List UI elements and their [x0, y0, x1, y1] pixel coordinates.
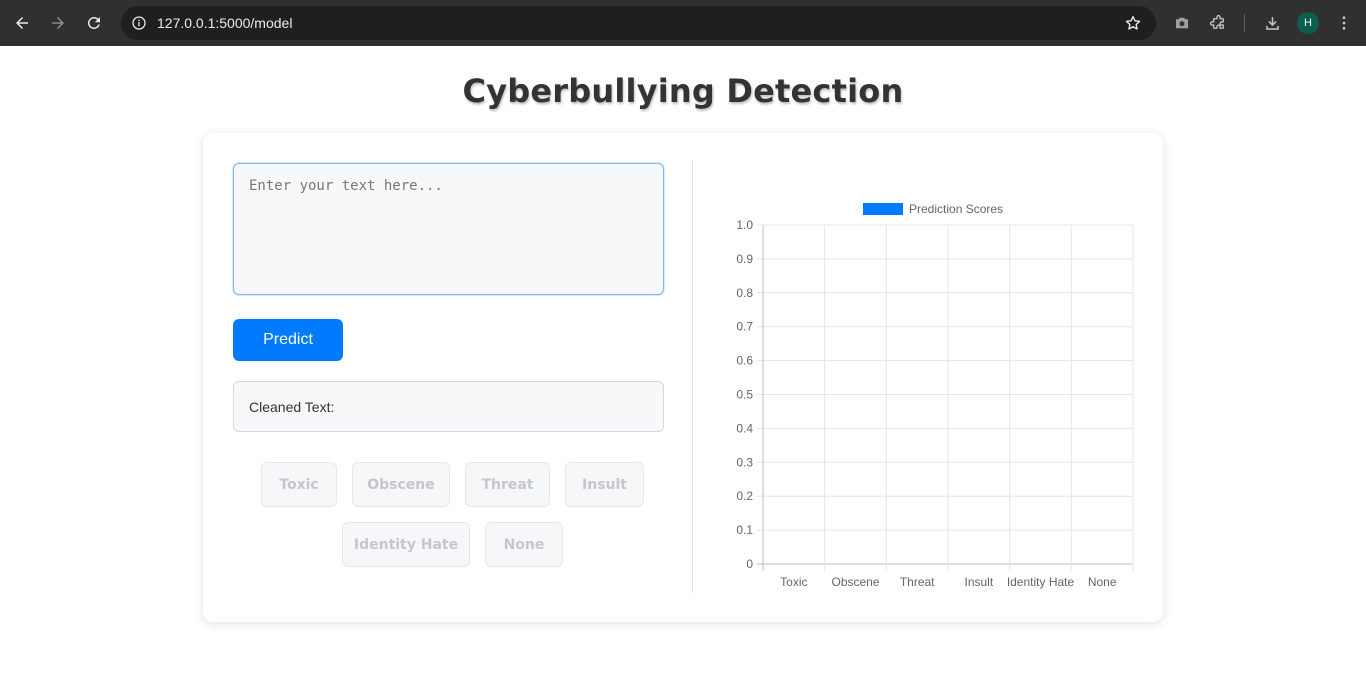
y-tick-label: 0.1	[736, 523, 753, 537]
column-divider	[692, 161, 693, 593]
x-tick-label: Toxic	[780, 575, 807, 589]
cleaned-text-label: Cleaned Text:	[249, 399, 335, 415]
legend-swatch	[863, 203, 903, 215]
prediction-chart: Prediction Scores 0 0.1 0.2 0.3 0.4 0.5 0.6 0.7 0…	[723, 193, 1143, 593]
x-tick-label: Obscene	[831, 575, 879, 589]
x-tick-label: Insult	[964, 575, 993, 589]
kebab-menu-icon[interactable]	[1333, 12, 1355, 34]
back-arrow-icon[interactable]	[10, 11, 34, 35]
y-tick-label: 0.5	[736, 388, 753, 402]
camera-icon[interactable]	[1171, 12, 1193, 34]
toolbar-separator	[1244, 14, 1245, 32]
site-info-icon[interactable]	[129, 13, 149, 33]
label-badge-insult: Insult	[565, 462, 644, 507]
label-badge-toxic: Toxic	[261, 462, 337, 507]
text-input[interactable]	[233, 163, 664, 295]
address-bar[interactable]: 127.0.0.1:5000/model	[121, 6, 1156, 40]
x-tick-label: Threat	[900, 575, 935, 589]
browser-toolbar: 127.0.0.1:5000/model H	[0, 0, 1366, 46]
profile-avatar[interactable]: H	[1297, 12, 1319, 34]
label-badge-none: None	[485, 522, 563, 567]
label-badge-obscene: Obscene	[352, 462, 450, 507]
reload-icon[interactable]	[82, 11, 106, 35]
prediction-chart-svg: Prediction Scores 0 0.1 0.2 0.3 0.4 0.5 0.6 0.7 0…	[736, 202, 1134, 589]
y-tick-label: 0.6	[736, 354, 753, 368]
y-tick-label: 1.0	[736, 218, 753, 232]
y-tick-label: 0	[746, 557, 753, 571]
url-text[interactable]: 127.0.0.1:5000/model	[157, 15, 292, 31]
label-badge-identity-hate: Identity Hate	[342, 522, 470, 567]
y-tick-label: 0.7	[736, 320, 753, 334]
x-tick-label: None	[1088, 575, 1117, 589]
y-tick-label: 0.8	[736, 286, 753, 300]
cleaned-text-box: Cleaned Text:	[233, 381, 664, 432]
y-tick-label: 0.3	[736, 455, 753, 469]
extensions-puzzle-icon[interactable]	[1207, 12, 1229, 34]
page-title: Cyberbullying Detection	[462, 72, 904, 110]
label-badge-threat: Threat	[465, 462, 550, 507]
download-icon[interactable]	[1261, 12, 1283, 34]
y-tick-label: 0.2	[736, 489, 753, 503]
bookmark-star-icon[interactable]	[1124, 14, 1142, 32]
legend-label: Prediction Scores	[909, 202, 1003, 216]
y-tick-label: 0.4	[736, 421, 753, 435]
main-card: Predict Cleaned Text: Toxic Obscene Thre…	[203, 133, 1163, 622]
y-tick-label: 0.9	[736, 252, 753, 266]
x-tick-label: Identity Hate	[1007, 575, 1075, 589]
forward-arrow-icon[interactable]	[46, 11, 70, 35]
predict-button[interactable]: Predict	[233, 319, 343, 361]
